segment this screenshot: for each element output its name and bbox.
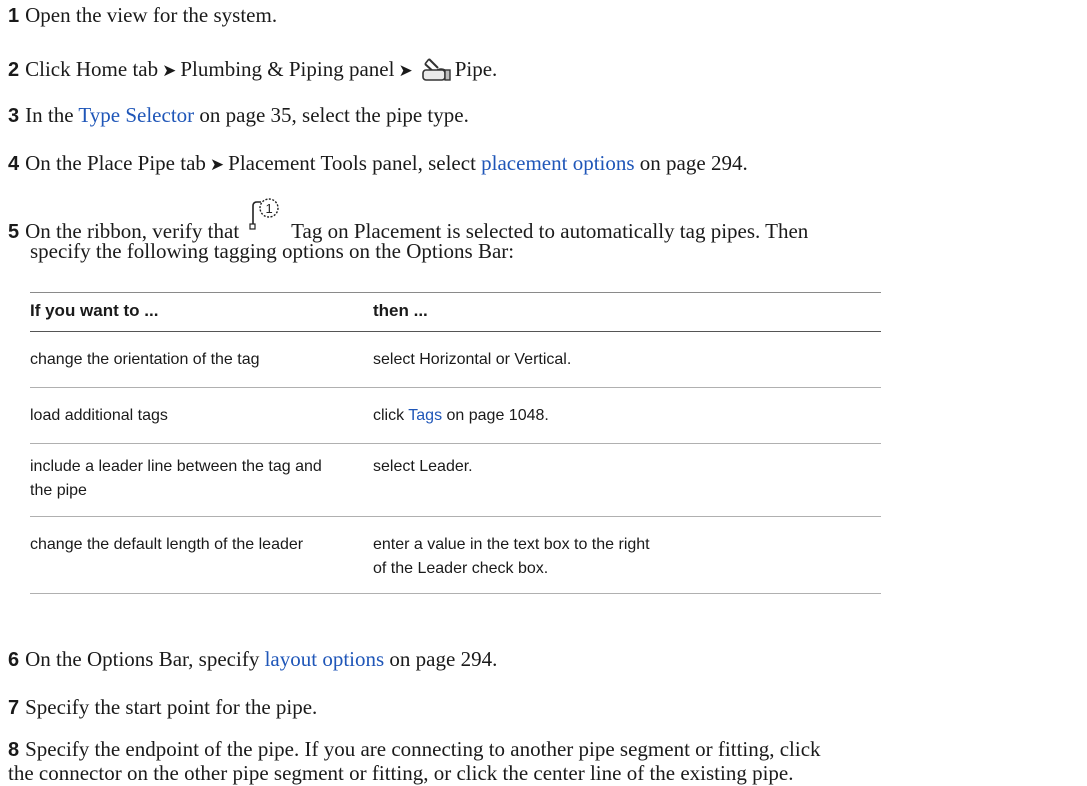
step-text: Specify the endpoint of the pipe. If you… (25, 737, 821, 761)
step-2: 2 Click Home tab ➤ Plumbing & Piping panel ➤… (8, 56, 497, 84)
step-text: Specify the start point for the pipe. (25, 695, 318, 719)
tag-on-placement-icon: 1 (247, 196, 285, 232)
table-row: include a leader line between the tag an… (30, 444, 881, 517)
step-number: 2 (8, 59, 20, 81)
header-if: If you want to ... (30, 301, 159, 320)
row-condition: change the default length of the leader (30, 536, 304, 553)
step-number: 6 (8, 649, 20, 671)
step-1: 1 Open the view for the system. (8, 2, 277, 29)
step-text: Pipe. (454, 57, 498, 81)
row-condition: load additional tags (30, 407, 168, 424)
layout-options-link[interactable]: layout options (265, 647, 385, 671)
row-condition: include a leader line between the tag an… (30, 458, 322, 499)
type-selector-link[interactable]: Type Selector (78, 103, 194, 127)
step-text: the connector on the other pipe segment … (8, 761, 794, 785)
arrow-icon: ➤ (162, 61, 177, 80)
row-action: enter a value in the text box to the rig… (373, 536, 650, 577)
step-text: Plumbing & Piping panel (180, 57, 395, 81)
step-text: Placement Tools panel, select (228, 151, 476, 175)
svg-text:1: 1 (266, 201, 273, 216)
step-8-line2: the connector on the other pipe segment … (8, 760, 794, 786)
arrow-icon: ➤ (398, 61, 413, 80)
table-row: change the default length of the leader … (30, 517, 881, 594)
step-text: Click Home tab (25, 57, 159, 81)
row-action: select Leader. (373, 458, 473, 475)
row-condition: change the orientation of the tag (30, 351, 260, 368)
tags-link[interactable]: Tags (408, 407, 442, 424)
header-then: then ... (373, 301, 428, 320)
step-text: On the Place Pipe tab (25, 151, 206, 175)
step-number: 7 (8, 697, 20, 719)
step-number: 1 (8, 5, 20, 27)
tagging-options-table: If you want to ... then ... change the o… (30, 292, 881, 594)
placement-options-link[interactable]: placement options (481, 151, 634, 175)
pipe-icon (419, 56, 453, 82)
step-6: 6 On the Options Bar, specify layout opti… (8, 646, 497, 673)
step-4: 4 On the Place Pipe tab ➤ Placement Tools p… (8, 150, 748, 178)
step-number: 5 (8, 221, 20, 243)
step-5-line2: specify the following tagging options on… (30, 238, 514, 264)
step-text: on page 35, select the pipe type. (199, 103, 469, 127)
table-row: change the orientation of the tag select… (30, 332, 881, 388)
step-text: specify the following tagging options on… (30, 239, 515, 263)
table-header: If you want to ... then ... (30, 293, 881, 332)
step-8: 8 Specify the endpoint of the pipe. If yo… (8, 736, 821, 763)
step-number: 3 (8, 105, 20, 127)
row-action: click Tags on page 1048. (373, 407, 549, 424)
table-row: load additional tags click Tags on page … (30, 388, 881, 444)
step-number: 8 (8, 739, 20, 761)
step-text: On the Options Bar, specify (25, 647, 260, 671)
step-7: 7 Specify the start point for the pipe. (8, 694, 317, 721)
row-action: select Horizontal or Vertical. (373, 351, 572, 368)
step-number: 4 (8, 153, 20, 175)
step-text: In the (25, 103, 74, 127)
step-3: 3 In the Type Selector on page 35, select… (8, 102, 469, 129)
arrow-icon: ➤ (209, 155, 225, 174)
step-text: on page 294. (639, 151, 748, 175)
step-text: Open the view for the system. (25, 3, 278, 27)
step-text: on page 294. (389, 647, 498, 671)
